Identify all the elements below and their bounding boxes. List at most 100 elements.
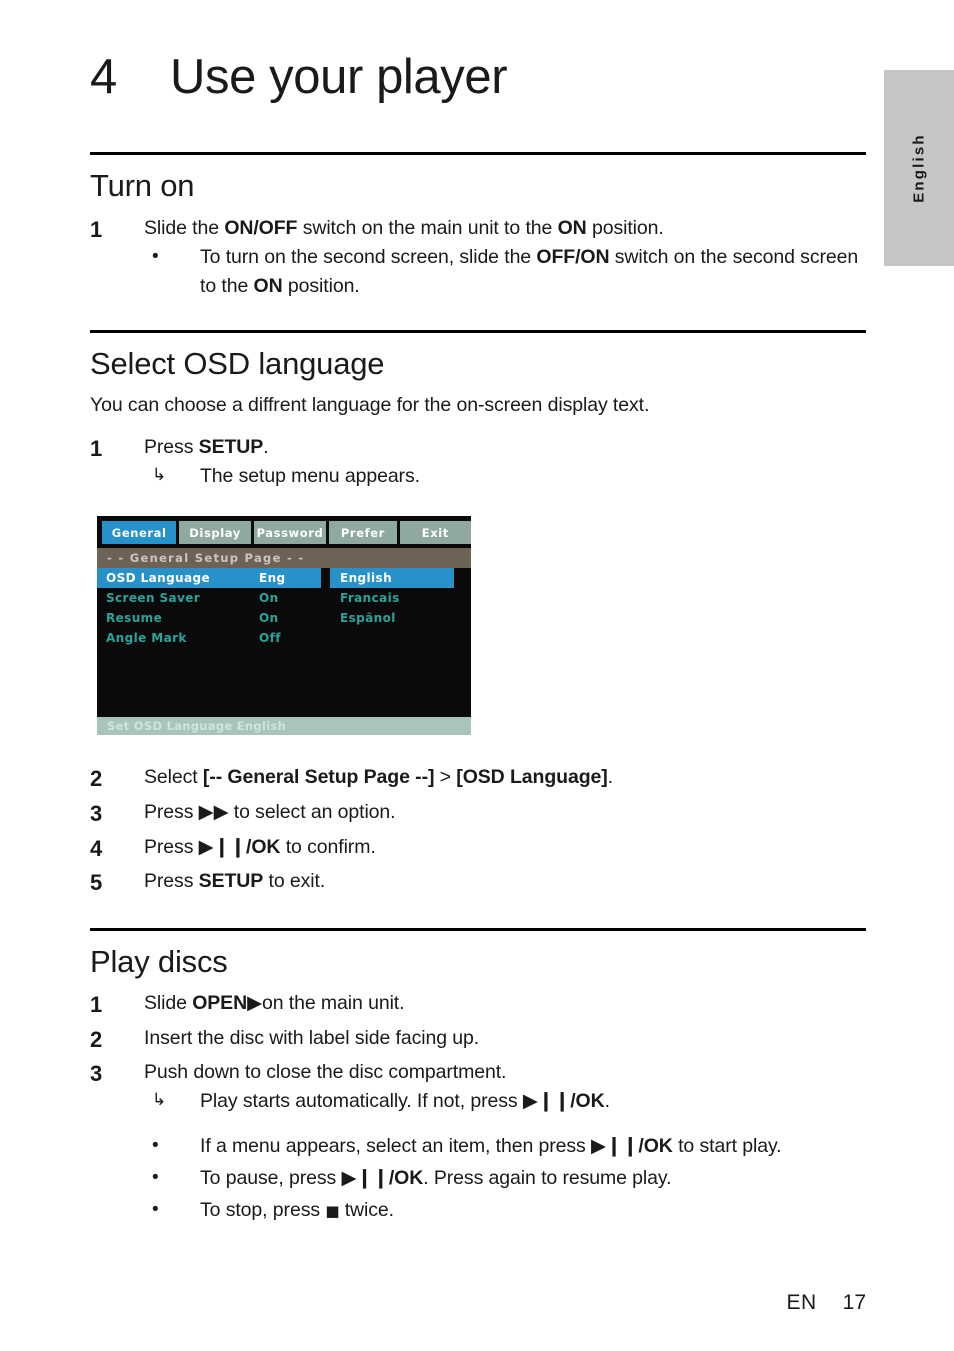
keycap-ok: /OK [388,1167,424,1189]
section-divider-turn-on [90,152,866,156]
step-text-part: Slide [144,992,193,1015]
osd-setting-osd-language[interactable]: OSD Language Eng [97,568,321,589]
osd-tab-display[interactable]: Display [179,521,251,545]
open-slide-arrow-icon: ▶ [247,991,262,1015]
language-side-tab-label: English [910,133,928,203]
step-number: 1 [90,992,103,1018]
step-number: 3 [90,1061,103,1087]
step-play-3: 3 Push down to close the disc compartmen… [90,1058,866,1116]
keycap-on: ON [253,274,283,297]
section-heading-turn-on: Turn on [90,168,195,204]
step-play-1: 1 Slide OPEN▶on the main unit. [90,989,866,1022]
result-arrow-icon: ↳ [152,1090,167,1110]
step-text-part: Slide the [144,217,225,240]
step-number: 1 [90,217,103,243]
osd-settings-column: OSD Language Eng Screen Saver On Resume … [97,568,327,648]
osd-page-title-bar: - - General Setup Page - - [97,548,471,569]
step-number: 4 [90,835,103,861]
step-text: Press SETUP. ↳ The setup menu appears. [144,433,866,491]
osd-setting-screen-saver[interactable]: Screen Saver On [97,588,321,608]
result-arrow-icon: ↳ [152,464,167,484]
result-note-play-starts: ↳ Play starts automatically. If not, pre… [144,1087,866,1116]
step-number: 2 [90,766,103,792]
bullet-text-part: position. [282,274,360,297]
keycap-ok: /OK [246,835,281,858]
keycap-open: OPEN [192,992,248,1015]
tip-text-part: to start play. [672,1135,782,1158]
fast-forward-icon: ▶▶ [198,799,229,823]
osd-option-english[interactable]: English [330,568,454,589]
chapter-title: Use your player [170,50,508,104]
osd-tab-bar: General Display Password Prefer Exit [102,521,471,545]
tip-text-part: To stop, press [200,1198,326,1221]
keycap-ok: /OK [570,1090,605,1113]
tip-text: To pause, press ▶❙❙/OK. Press again to r… [200,1164,866,1193]
language-side-tab: English [884,70,954,266]
osd-status-bar: Set OSD Language English [97,717,471,736]
step-text-part: position. [586,217,664,240]
osd-setting-label: Resume [106,611,163,626]
keycap-on: ON [557,217,587,240]
osd-tab-password[interactable]: Password [253,521,327,545]
step-number: 5 [90,870,103,896]
step-osd-4: 4 Press ▶❙❙/OK to confirm. [90,833,866,866]
step-osd-2: 2 Select [-- General Setup Page --] > [O… [90,763,866,796]
osd-setting-label: OSD Language [106,571,211,586]
osd-tab-exit[interactable]: Exit [399,521,471,545]
osd-setting-value: On [259,591,279,606]
section-divider-play-discs [90,927,866,931]
chapter-number: 4 [90,50,117,104]
keycap-off-on: OFF/ON [536,246,610,269]
bullet-marker-icon: • [152,1198,159,1220]
osd-option-francais[interactable]: Francais [330,588,454,608]
step-text-part: . [263,435,269,458]
step-text-part: Push down to close the disc compartment. [144,1061,507,1084]
play-pause-icon: ▶❙❙ [341,1166,389,1189]
step-text: Press ▶▶ to select an option. [144,798,866,827]
osd-menu-body: OSD Language Eng Screen Saver On Resume … [97,568,471,691]
osd-options-column: English Francais Espãnol [330,568,470,628]
step-number: 2 [90,1026,103,1052]
tip-stop: • To stop, press ■ twice. [144,1196,866,1225]
chapter-heading: 4 Use your player [90,50,866,104]
osd-menu-screenshot: General Display Password Prefer Exit - -… [97,516,471,736]
keycap-setup: SETUP [198,435,264,458]
step-text: Slide the ON/OFF switch on the main unit… [144,214,866,301]
osd-steps-continued: 2 Select [-- General Setup Page --] > [O… [90,763,866,899]
section-heading-osd-language: Select OSD language [90,345,385,381]
step-text: Insert the disc with label side facing u… [144,1026,480,1049]
page-footer: EN 17 [786,1291,866,1315]
step-text-part: Press [144,435,199,458]
step-text-part: Press [144,835,199,858]
step-text: Press ▶❙❙/OK to confirm. [144,833,866,862]
osd-option-espanol[interactable]: Espãnol [330,608,454,628]
osd-setting-angle-mark[interactable]: Angle Mark Off [97,628,321,648]
keycap-on-off: ON/OFF [224,217,298,240]
tip-text-part: If a menu appears, select an item, then … [200,1135,592,1158]
osd-setting-value: Off [259,631,281,646]
footer-locale: EN [786,1291,817,1314]
step-text: Slide OPEN▶on the main unit. [144,989,866,1018]
osd-setting-value: On [259,611,279,626]
bullet-marker-icon: • [152,1135,159,1157]
footer-page-number: 17 [842,1291,866,1314]
section-divider-osd-language [90,329,866,333]
result-note-setup-menu: ↳ The setup menu appears. [144,462,866,491]
bullet-turn-on-second-screen: • To turn on the second screen, slide th… [144,243,866,301]
result-note-text: Play starts automatically. If not, press… [200,1087,866,1116]
step-play-2: 2 Insert the disc with label side facing… [90,1024,866,1057]
osd-setting-resume[interactable]: Resume On [97,608,321,628]
tip-pause: • To pause, press ▶❙❙/OK. Press again to… [144,1164,866,1193]
osd-setting-label: Screen Saver [106,591,201,606]
step-osd-5: 5 Press SETUP to exit. [90,867,866,900]
step-text-part: Press [144,800,199,823]
section-heading-play-discs: Play discs [90,943,228,979]
step-text-part: . [607,766,613,789]
tip-text: If a menu appears, select an item, then … [200,1132,866,1161]
bullet-marker-icon: • [152,1167,159,1188]
step-text-part: on the main unit. [261,992,405,1015]
osd-tab-general[interactable]: General [102,521,177,545]
play-pause-icon: ▶❙❙ [591,1134,639,1158]
keycap-setup: SETUP [198,870,264,893]
osd-tab-prefer[interactable]: Prefer [329,521,397,545]
